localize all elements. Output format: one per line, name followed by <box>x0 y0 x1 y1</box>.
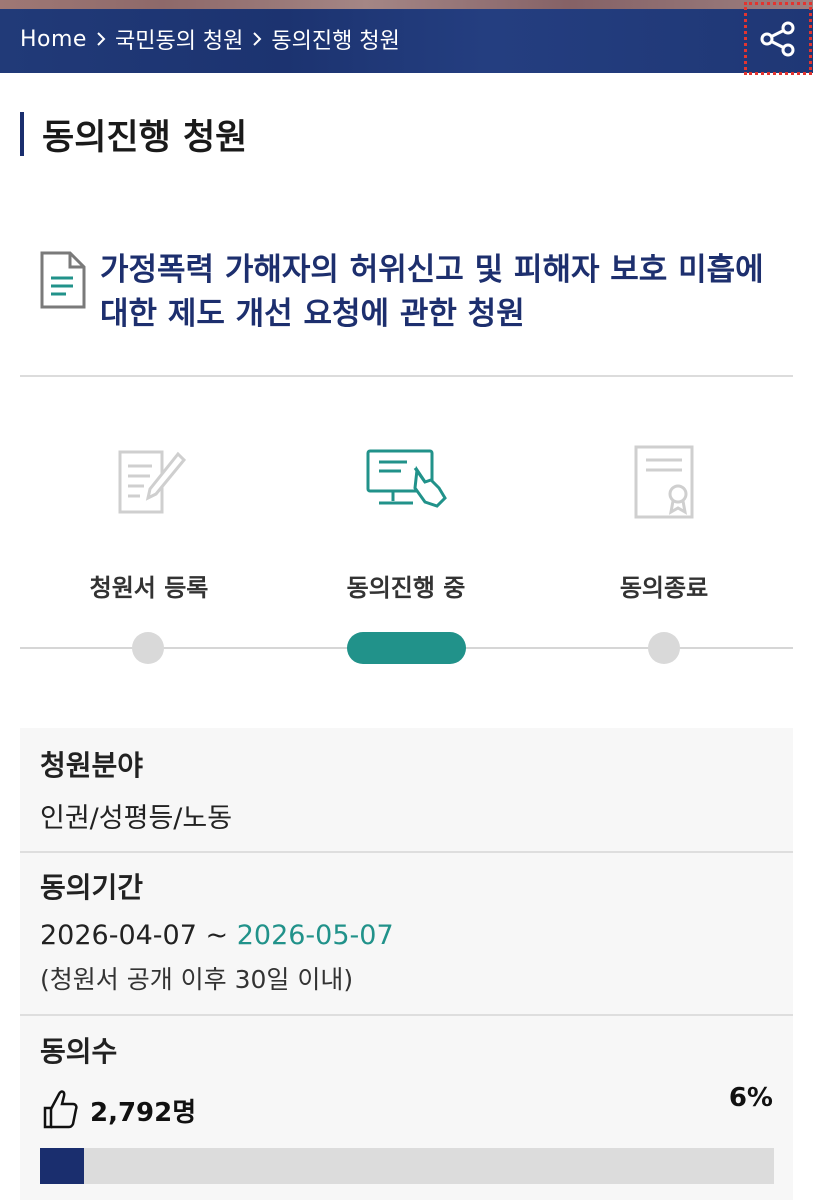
info-divider <box>20 851 793 853</box>
step-marker-closed <box>648 632 680 664</box>
page-title: 동의진행 청원 <box>42 117 248 158</box>
petition-title: 가정폭력 가해자의 허위신고 및 피해자 보호 미흡에 대한 제도 개선 요청에… <box>100 252 764 332</box>
count-heading: 동의수 <box>40 1035 118 1068</box>
consent-closed-icon <box>634 445 694 519</box>
thumbs-up-icon <box>43 1090 78 1129</box>
breadcrumb-home-link[interactable]: Home <box>20 27 87 52</box>
step-label-in-progress: 동의진행 중 <box>346 574 466 602</box>
step-label-register: 청원서 등록 <box>89 574 209 602</box>
share-icon <box>760 21 795 56</box>
section-divider <box>20 375 793 377</box>
petition-header: 가정폭력 가해자의 허위신고 및 피해자 보호 미흡에 대한 제도 개선 요청에… <box>38 248 778 336</box>
breadcrumb-level1-link[interactable]: 국민동의 청원 <box>115 23 243 55</box>
breadcrumb: Home 국민동의 청원 동의진행 청원 <box>20 22 400 56</box>
consent-count: 2,792명 <box>90 1098 197 1128</box>
step-marker-register <box>132 632 164 664</box>
page-title-block: 동의진행 청원 <box>20 112 247 158</box>
period-range: 2026-04-07 ~ 2026-05-07 <box>40 920 394 951</box>
period-end: 2026-05-07 <box>236 920 394 951</box>
header-banner-image <box>0 0 813 9</box>
period-separator: ~ <box>196 920 237 951</box>
step-label-closed: 동의종료 <box>619 574 709 602</box>
title-accent-bar <box>20 112 24 156</box>
petition-info-panel: 청원분야 인권/성평등/노동 동의기간 2026-04-07 ~ 2026-05… <box>20 728 793 1200</box>
chevron-right-icon <box>96 31 106 47</box>
chevron-right-icon <box>252 31 262 47</box>
share-button[interactable] <box>744 2 812 75</box>
document-icon <box>40 251 86 309</box>
period-start: 2026-04-07 <box>40 920 197 951</box>
period-note: (청원서 공개 이후 30일 이내) <box>40 965 354 994</box>
consent-in-progress-icon <box>366 449 447 508</box>
top-navigation-bar: Home 국민동의 청원 동의진행 청원 <box>0 0 813 73</box>
field-value: 인권/성평등/노동 <box>40 803 233 834</box>
period-heading: 동의기간 <box>40 871 144 904</box>
consent-percent: 6% <box>728 1083 773 1113</box>
consent-progress-fill <box>40 1148 85 1184</box>
info-divider <box>20 1014 793 1016</box>
breadcrumb-current: 동의진행 청원 <box>271 29 400 54</box>
consent-progress-bar <box>40 1148 774 1184</box>
field-heading: 청원분야 <box>40 749 144 782</box>
petition-register-icon <box>118 450 187 514</box>
step-marker-current <box>347 632 466 664</box>
